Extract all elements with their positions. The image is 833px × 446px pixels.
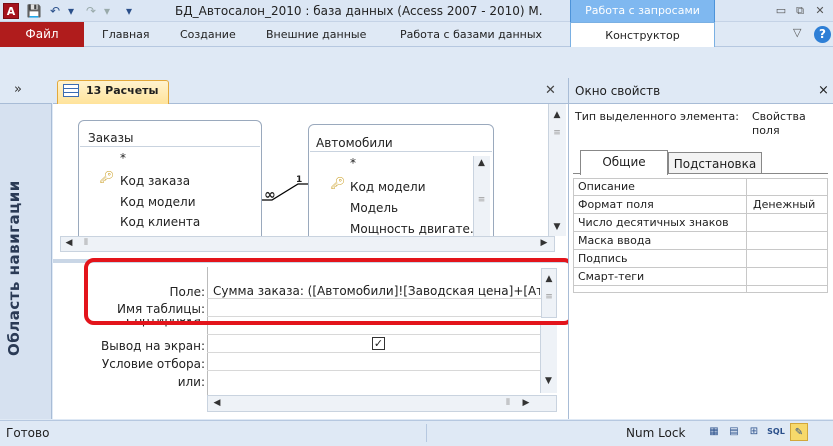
- prop-row-input-mask[interactable]: Маска ввода: [573, 232, 828, 250]
- many-symbol: ∞: [264, 187, 276, 203]
- prop-row-decimals[interactable]: Число десятичных знаков: [573, 214, 828, 232]
- status-ready: Готово: [6, 426, 50, 440]
- scroll-thumb-icon[interactable]: ⦀: [502, 398, 514, 408]
- prop-name: Подпись: [578, 252, 628, 265]
- scroll-up-icon[interactable]: ▲: [475, 158, 488, 168]
- scroll-right-icon[interactable]: ▶: [520, 398, 532, 408]
- restore-icon[interactable]: ⧉: [792, 3, 808, 19]
- scroll-left-icon[interactable]: ◀: [63, 238, 75, 248]
- prop-name: Смарт-теги: [578, 270, 645, 283]
- scroll-left-icon[interactable]: ◀: [211, 398, 223, 408]
- prop-name: Описание: [578, 180, 635, 193]
- prop-row-caption[interactable]: Подпись: [573, 250, 828, 268]
- pivottable-view-icon[interactable]: ▤: [725, 423, 743, 441]
- tab-general[interactable]: Общие: [580, 150, 668, 175]
- upper-vertical-scrollbar[interactable]: [548, 104, 566, 236]
- field-model-id[interactable]: Код модели: [120, 195, 196, 209]
- field-model-id[interactable]: Код модели: [350, 180, 426, 194]
- property-sheet-title: Окно свойств: [575, 84, 661, 98]
- help-icon[interactable]: ?: [814, 26, 831, 43]
- divider: [310, 151, 492, 152]
- field-all[interactable]: *: [120, 151, 126, 165]
- scroll-thumb-icon[interactable]: ⦀: [80, 238, 92, 248]
- tab-external-data[interactable]: Внешние данные: [266, 22, 366, 47]
- save-icon[interactable]: 💾: [25, 3, 43, 19]
- customize-toolbar-icon[interactable]: ▾: [122, 3, 136, 19]
- document-tab-label: 13 Расчеты: [86, 84, 159, 97]
- redo-icon[interactable]: ↷: [82, 3, 100, 19]
- ribbon-collapsed-area: [0, 48, 833, 78]
- divider: [426, 424, 427, 442]
- grid-row-line: [207, 334, 547, 335]
- close-property-sheet-icon[interactable]: ×: [818, 83, 829, 98]
- tab-database-tools[interactable]: Работа с базами данных: [400, 22, 542, 47]
- scroll-thumb-icon[interactable]: ≡: [475, 195, 488, 205]
- scroll-up-icon[interactable]: ▲: [550, 110, 564, 120]
- prop-name: Число десятичных знаков: [578, 216, 729, 229]
- tab-file[interactable]: Файл: [0, 22, 84, 47]
- field-model[interactable]: Модель: [350, 201, 398, 215]
- query-icon: [63, 84, 79, 97]
- prop-row-format[interactable]: Формат поля Денежный: [573, 196, 828, 214]
- tab-home[interactable]: Главная: [102, 22, 150, 47]
- close-document-icon[interactable]: ✕: [545, 83, 556, 98]
- redo-dropdown-icon[interactable]: ▾: [102, 3, 112, 19]
- row-label-criteria: Условие отбора:: [101, 357, 205, 371]
- minimize-icon[interactable]: ▭: [773, 3, 789, 19]
- primary-key-icon: 🔑︎: [99, 170, 115, 184]
- scroll-down-icon[interactable]: ▼: [550, 222, 564, 232]
- navigation-pane-header: [0, 78, 52, 104]
- show-checkbox[interactable]: ✓: [372, 337, 385, 350]
- window-title: БД_Автосалон_2010 : база данных (Access …: [175, 4, 543, 18]
- prop-row-smart-tags[interactable]: Смарт-теги: [573, 268, 828, 286]
- grid-row-line: [207, 352, 547, 353]
- row-label-or: или:: [177, 375, 205, 389]
- context-tab-header: Работа с запросами: [570, 0, 715, 22]
- table-cars-title[interactable]: Автомобили: [316, 136, 393, 150]
- pivotchart-view-icon[interactable]: ⊞: [745, 423, 763, 441]
- divider: [80, 146, 260, 147]
- access-app-icon[interactable]: A: [3, 3, 19, 19]
- prop-name: Формат поля: [578, 198, 654, 211]
- prop-row-description[interactable]: Описание: [573, 178, 828, 196]
- grid-row-line: [207, 370, 547, 371]
- design-view-icon[interactable]: ✎: [790, 423, 808, 441]
- scroll-down-icon[interactable]: ▼: [542, 376, 555, 386]
- datasheet-view-icon[interactable]: ▦: [705, 423, 723, 441]
- scroll-thumb-icon[interactable]: ≡: [550, 128, 564, 138]
- selection-type-label: Тип выделенного элемента:: [575, 110, 739, 123]
- selection-type-value: Свойства поля: [752, 110, 806, 137]
- prop-name: Маска ввода: [578, 234, 652, 247]
- prop-value[interactable]: Денежный: [753, 196, 815, 213]
- field-client-id[interactable]: Код клиента: [120, 215, 200, 229]
- table-orders-title[interactable]: Заказы: [88, 131, 134, 145]
- row-label-show: Вывод на экран:: [101, 339, 205, 353]
- scroll-right-icon[interactable]: ▶: [538, 238, 550, 248]
- sql-view-icon[interactable]: SQL: [764, 423, 788, 441]
- tab-lookup[interactable]: Подстановка: [668, 152, 762, 174]
- undo-icon[interactable]: ↶: [46, 3, 64, 19]
- close-icon[interactable]: ✕: [812, 3, 828, 19]
- upper-horizontal-scrollbar[interactable]: [60, 236, 555, 252]
- tab-create[interactable]: Создание: [180, 22, 236, 47]
- undo-dropdown-icon[interactable]: ▾: [66, 3, 76, 19]
- primary-key-icon: 🔑︎: [330, 176, 346, 190]
- field-all[interactable]: *: [350, 156, 356, 170]
- highlight-frame: [84, 258, 574, 325]
- one-symbol: 1: [296, 175, 303, 185]
- field-order-id[interactable]: Код заказа: [120, 174, 190, 188]
- minimize-ribbon-icon[interactable]: ▽: [793, 26, 801, 39]
- expand-nav-icon[interactable]: »: [14, 82, 22, 97]
- num-lock-indicator: Num Lock: [626, 426, 686, 440]
- field-engine-power[interactable]: Мощность двигате.: [350, 222, 475, 236]
- tab-design[interactable]: Конструктор: [570, 22, 715, 47]
